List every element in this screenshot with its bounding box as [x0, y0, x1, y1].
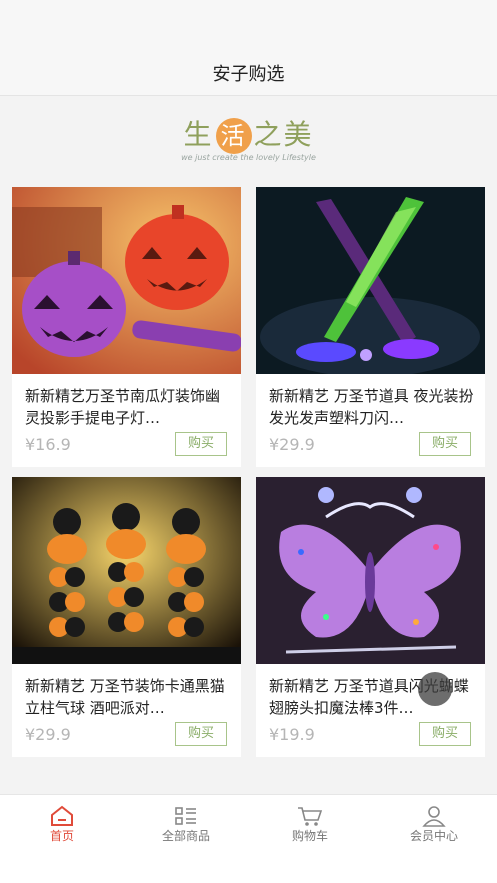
brand-logo: 生活之美	[0, 113, 497, 154]
brand-banner: 生活之美 we just create the lovely Lifestyle	[0, 97, 497, 177]
cart-icon	[298, 807, 323, 826]
tab-member-center[interactable]: 会员中心	[372, 795, 496, 855]
buy-button[interactable]: 购买	[175, 432, 227, 456]
floating-action-button[interactable]	[418, 672, 452, 706]
product-name[interactable]: 新新精艺 万圣节装饰卡通黑猫立柱气球 酒吧派对…	[25, 675, 231, 719]
product-name[interactable]: 新新精艺 万圣节道具 夜光装扮发光发声塑料刀闪…	[269, 385, 475, 429]
product-price: ¥19.9	[269, 725, 315, 744]
tab-member-center-label: 会员中心	[409, 829, 458, 843]
product-image-butterfly-wings[interactable]	[256, 477, 485, 664]
product-image-glow-sword[interactable]	[256, 187, 485, 374]
tab-home[interactable]: 首页	[0, 795, 124, 855]
bottom-tab-bar: 首页 全部商品 购物车 会员中心	[0, 794, 497, 883]
tab-home-label: 首页	[49, 829, 74, 843]
brand-text-left: 生	[183, 118, 214, 151]
product-image-pumpkin-lantern[interactable]	[12, 187, 241, 374]
product-card[interactable]: 新新精艺万圣节南瓜灯装饰幽灵投影手提电子灯… ¥16.9 购买	[12, 187, 241, 467]
tab-all-products-label: 全部商品	[161, 829, 210, 843]
buy-button[interactable]: 购买	[419, 722, 471, 746]
tab-all-products[interactable]: 全部商品	[124, 795, 248, 855]
product-price: ¥16.9	[25, 435, 71, 454]
tab-cart-label: 购物车	[291, 829, 328, 843]
product-price: ¥29.9	[25, 725, 71, 744]
product-image-cat-balloon[interactable]	[12, 477, 241, 664]
product-card[interactable]: 新新精艺 万圣节道具闪光蝴蝶翅膀头扣魔法棒3件… ¥19.9 购买	[256, 477, 485, 757]
product-card[interactable]: 新新精艺 万圣节装饰卡通黑猫立柱气球 酒吧派对… ¥29.9 购买	[12, 477, 241, 757]
product-card[interactable]: 新新精艺 万圣节道具 夜光装扮发光发声塑料刀闪… ¥29.9 购买	[256, 187, 485, 467]
buy-button[interactable]: 购买	[175, 722, 227, 746]
product-price: ¥29.9	[269, 435, 315, 454]
buy-button[interactable]: 购买	[419, 432, 471, 456]
product-name[interactable]: 新新精艺万圣节南瓜灯装饰幽灵投影手提电子灯…	[25, 385, 231, 429]
list-grid-icon	[175, 807, 196, 825]
home-icon	[51, 805, 73, 826]
user-icon	[422, 806, 446, 827]
brand-tagline: we just create the lovely Lifestyle	[181, 153, 316, 162]
brand-text-mid: 活	[215, 118, 252, 154]
page-title: 安子购选	[212, 64, 285, 85]
brand-text-right: 之美	[253, 118, 314, 151]
app-header: 安子购选	[0, 0, 497, 96]
tab-cart[interactable]: 购物车	[248, 795, 372, 855]
